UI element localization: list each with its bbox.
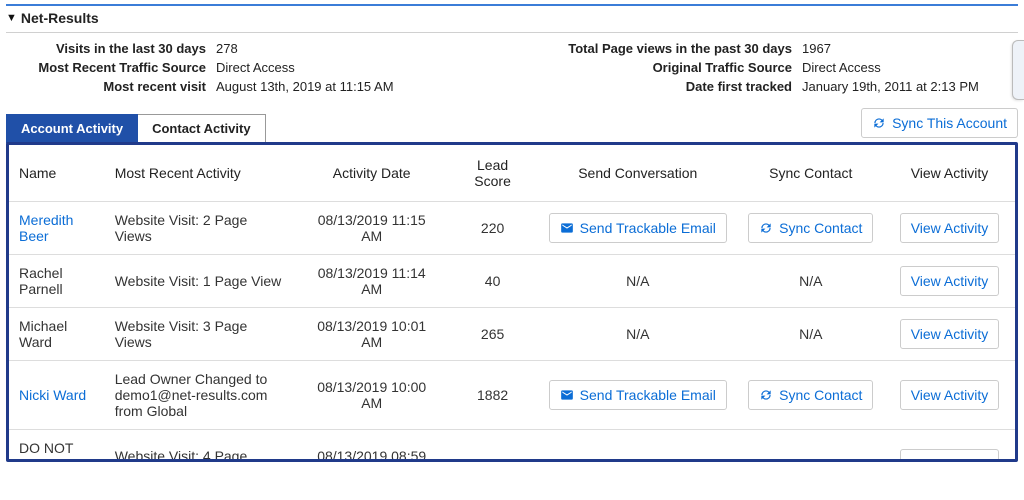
info-label: Original Traffic Source [512,60,802,75]
activity-text: Website Visit: 4 Page Views [115,448,248,462]
view-activity-button[interactable]: View Activity [900,380,1000,410]
table-row: Michael Ward Website Visit: 3 Page Views… [9,308,1015,361]
refresh-icon [872,116,886,130]
info-value: 278 [216,41,512,56]
lead-score: 220 [481,220,504,236]
sync-na: N/A [799,273,822,289]
refresh-icon [759,388,773,402]
lead-score: 1882 [477,387,508,403]
panel-header[interactable]: ▼ Net-Results [6,6,1018,33]
view-activity-label: View Activity [911,387,989,403]
info-left-col: Visits in the last 30 days278 Most Recen… [6,39,512,96]
info-right-col: Total Page views in the past 30 days1967… [512,39,1018,96]
send-email-label: Send Trackable Email [580,220,716,236]
info-value: August 13th, 2019 at 11:15 AM [216,79,512,94]
send-email-label: Send Trackable Email [580,387,716,403]
sync-na: N/A [799,326,822,342]
contact-name[interactable]: Nicki Ward [19,387,86,403]
activity-date: 08/13/2019 11:14 AM [318,265,426,297]
contact-name: Rachel Parnell [19,265,63,297]
view-activity-label: View Activity [911,326,989,342]
net-results-panel: ▼ Net-Results Visits in the last 30 days… [6,4,1018,462]
view-activity-label: View Activity [911,220,989,236]
side-handle[interactable] [1012,40,1024,100]
info-value: January 19th, 2011 at 2:13 PM [802,79,1018,94]
lead-score: 265 [481,326,504,342]
table-row: DO NOT DELETE Do Website Visit: 4 Page V… [9,430,1015,463]
contact-name[interactable]: Meredith Beer [19,212,73,244]
view-activity-button[interactable]: View Activity [900,266,1000,296]
view-activity-label: View Activity [911,456,989,462]
lead-score: 40 [485,273,501,289]
activity-text: Lead Owner Changed to demo1@net-results.… [115,371,268,419]
sync-contact-label: Sync Contact [779,220,862,236]
sync-na: N/A [799,456,822,462]
contact-name: Michael Ward [19,318,67,350]
activity-text: Website Visit: 3 Page Views [115,318,248,350]
table-row: Nicki Ward Lead Owner Changed to demo1@n… [9,361,1015,430]
sync-contact-button[interactable]: Sync Contact [748,213,873,243]
col-header-send: Send Conversation [538,145,738,202]
view-activity-button[interactable]: View Activity [900,319,1000,349]
info-value: Direct Access [802,60,1018,75]
lead-score: 270 [481,456,504,462]
activity-text: Website Visit: 1 Page View [115,273,282,289]
activity-date: 08/13/2019 10:01 AM [317,318,426,350]
contact-name: DO NOT DELETE Do [19,440,73,462]
envelope-icon [560,388,574,402]
tabs: Account Activity Contact Activity [6,113,266,142]
view-activity-button[interactable]: View Activity [900,449,1000,462]
send-na: N/A [626,456,649,462]
activity-date: 08/13/2019 11:15 AM [318,212,426,244]
activity-date: 08/13/2019 08:59 AM [317,448,426,462]
info-value: 1967 [802,41,1018,56]
col-header-sync: Sync Contact [738,145,884,202]
col-header-name: Name [9,145,105,202]
send-email-button[interactable]: Send Trackable Email [549,380,727,410]
collapse-icon: ▼ [6,12,17,24]
info-label: Most recent visit [6,79,216,94]
send-email-button[interactable]: Send Trackable Email [549,213,727,243]
info-grid: Visits in the last 30 days278 Most Recen… [6,33,1018,108]
activity-text: Website Visit: 2 Page Views [115,212,248,244]
info-label: Total Page views in the past 30 days [512,41,802,56]
tab-account-activity[interactable]: Account Activity [6,114,138,143]
activity-date: 08/13/2019 10:00 AM [317,379,426,411]
view-activity-label: View Activity [911,273,989,289]
send-na: N/A [626,273,649,289]
sync-contact-button[interactable]: Sync Contact [748,380,873,410]
col-header-lead: Lead Score [447,145,538,202]
col-header-date: Activity Date [296,145,447,202]
activity-table: Name Most Recent Activity Activity Date … [9,145,1015,462]
activity-table-wrapper: Name Most Recent Activity Activity Date … [6,142,1018,462]
info-value: Direct Access [216,60,512,75]
col-header-activity: Most Recent Activity [105,145,296,202]
info-label: Most Recent Traffic Source [6,60,216,75]
send-na: N/A [626,326,649,342]
sync-contact-label: Sync Contact [779,387,862,403]
refresh-icon [759,221,773,235]
info-label: Date first tracked [512,79,802,94]
sync-account-label: Sync This Account [892,115,1007,131]
table-row: Meredith Beer Website Visit: 2 Page View… [9,202,1015,255]
panel-title: Net-Results [21,10,99,26]
info-label: Visits in the last 30 days [6,41,216,56]
tab-contact-activity[interactable]: Contact Activity [138,114,265,143]
table-row: Rachel Parnell Website Visit: 1 Page Vie… [9,255,1015,308]
envelope-icon [560,221,574,235]
col-header-view: View Activity [884,145,1015,202]
view-activity-button[interactable]: View Activity [900,213,1000,243]
sync-account-button[interactable]: Sync This Account [861,108,1018,138]
